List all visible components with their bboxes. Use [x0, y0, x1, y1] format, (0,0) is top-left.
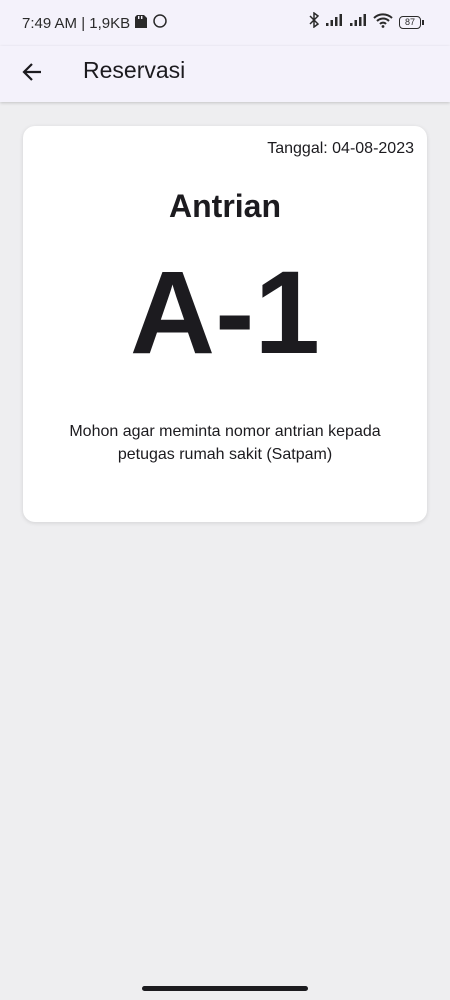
app-bar: Reservasi [0, 46, 450, 102]
page-title: Reservasi [83, 57, 186, 83]
bluetooth-icon [309, 11, 320, 33]
home-indicator[interactable] [142, 986, 308, 991]
wifi-icon [373, 12, 393, 33]
status-right: 87 [309, 11, 424, 33]
circle-sync-icon [152, 13, 168, 33]
battery-level: 87 [399, 16, 421, 29]
queue-number: A-1 [129, 247, 321, 379]
battery-icon: 87 [399, 16, 424, 29]
queue-note: Mohon agar meminta nomor antrian kepada … [69, 423, 381, 463]
battery-tip [422, 20, 424, 25]
status-time: 7:49 AM | 1,9KB [22, 14, 131, 32]
status-left: 7:49 AM | 1,9KB [22, 13, 168, 33]
queue-card: Tanggal: 04-08-2023 Antrian A-1 Mohon ag… [23, 126, 427, 522]
queue-label: Antrian [169, 188, 281, 224]
signal-1-icon [325, 13, 343, 32]
back-button[interactable] [12, 54, 52, 94]
sd-card-icon [134, 14, 148, 33]
status-bar: 7:49 AM | 1,9KB 87 [0, 0, 450, 46]
arrow-left-icon [21, 61, 43, 88]
signal-2-icon [349, 13, 367, 32]
reservation-date: Tanggal: 04-08-2023 [267, 140, 414, 157]
